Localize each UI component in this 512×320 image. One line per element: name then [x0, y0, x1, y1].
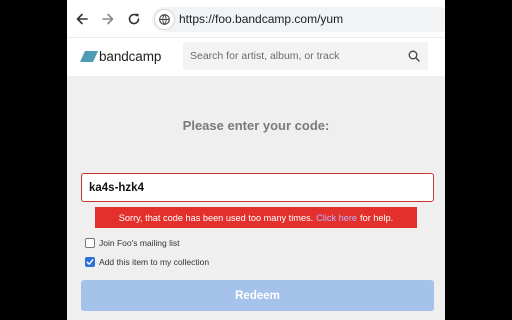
search-icon[interactable]: [408, 50, 420, 62]
help-link[interactable]: Click here: [316, 213, 357, 223]
search-input[interactable]: [183, 42, 403, 70]
reload-icon: [128, 13, 140, 25]
forward-button[interactable]: [98, 9, 118, 29]
mailing-list-row: Join Foo's mailing list: [85, 238, 180, 248]
code-input[interactable]: [81, 173, 434, 202]
redeem-button[interactable]: Redeem: [81, 280, 434, 311]
omnibox[interactable]: https://foo.bandcamp.com/yum: [152, 7, 445, 32]
mailing-list-label[interactable]: Join Foo's mailing list: [99, 238, 180, 248]
back-button[interactable]: [72, 9, 92, 29]
logo-text: bandcamp: [99, 48, 162, 64]
mailing-list-checkbox[interactable]: [85, 238, 95, 248]
collection-row: Add this item to my collection: [85, 257, 209, 267]
address-bar: https://foo.bandcamp.com/yum: [67, 0, 445, 38]
error-message: Sorry, that code has been used too many …: [118, 212, 314, 223]
search-box[interactable]: [183, 42, 428, 70]
collection-label[interactable]: Add this item to my collection: [99, 257, 209, 267]
bandcamp-logo-icon: [80, 50, 98, 62]
site-header: bandcamp: [67, 38, 445, 76]
collection-checkbox[interactable]: [85, 257, 95, 267]
arrow-back-icon: [76, 13, 88, 25]
error-suffix: for help.: [360, 212, 394, 223]
url-text[interactable]: https://foo.bandcamp.com/yum: [179, 12, 343, 26]
bandcamp-logo[interactable]: bandcamp: [80, 47, 161, 65]
reload-button[interactable]: [124, 9, 144, 29]
site-info-icon: [159, 14, 170, 25]
check-icon: [86, 259, 94, 265]
error-banner: Sorry, that code has been used too many …: [95, 207, 417, 228]
site-info-button[interactable]: [154, 9, 175, 30]
browser-window: https://foo.bandcamp.com/yum bandcamp Pl…: [67, 0, 445, 320]
arrow-forward-icon: [102, 13, 114, 25]
code-prompt: Please enter your code:: [182, 118, 330, 133]
